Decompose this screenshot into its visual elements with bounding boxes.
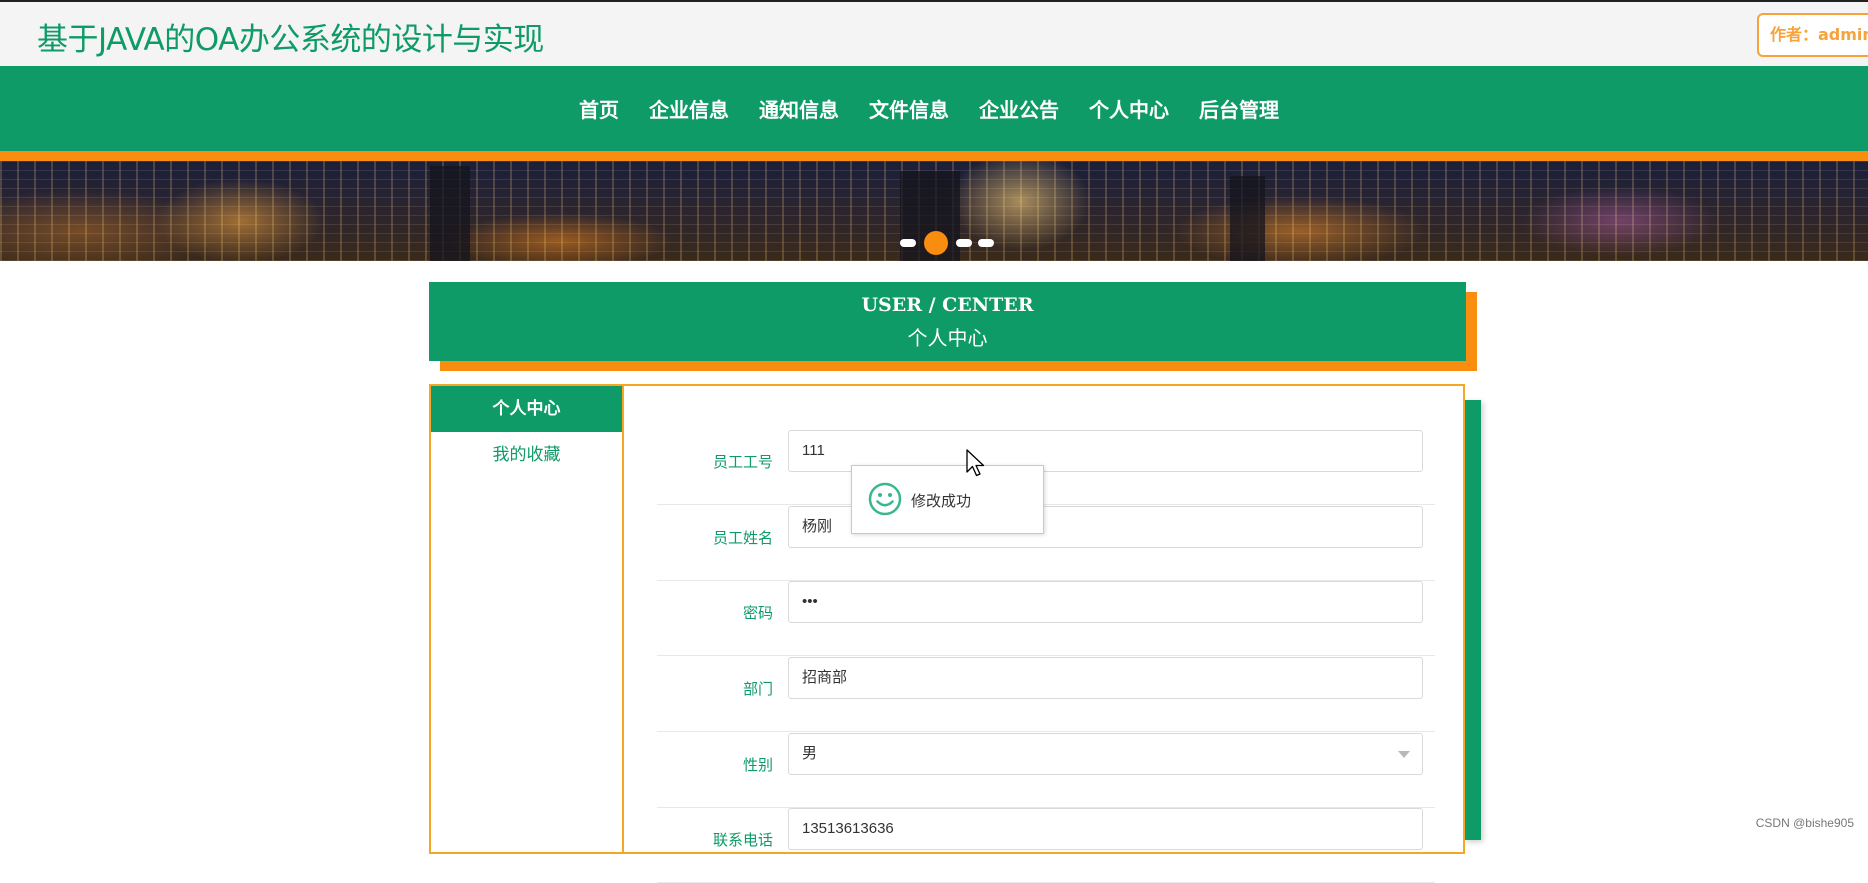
panel-shadow <box>1464 400 1481 840</box>
site-title: 基于JAVA的OA办公系统的设计与实现 <box>37 22 544 58</box>
form-row-password: 密码 ••• <box>657 580 1435 656</box>
nav-item-files[interactable]: 文件信息 <box>869 94 949 123</box>
section-title-en: USER / CENTER <box>861 294 1034 316</box>
nav-item-announcements[interactable]: 企业公告 <box>979 94 1059 123</box>
top-header: 基于JAVA的OA办公系统的设计与实现 作者：admin <box>0 0 1868 66</box>
password-input[interactable]: ••• <box>788 581 1423 623</box>
phone-input[interactable]: 13513613636 <box>788 808 1423 850</box>
nav-item-admin[interactable]: 后台管理 <box>1199 94 1279 123</box>
smile-icon <box>868 482 902 516</box>
gender-select[interactable]: 男 <box>788 733 1423 775</box>
main-nav: 首页 企业信息 通知信息 文件信息 企业公告 个人中心 后台管理 <box>0 66 1868 161</box>
carousel-dot[interactable] <box>900 239 916 247</box>
gender-label: 性别 <box>742 756 773 774</box>
carousel-dot[interactable] <box>978 239 994 247</box>
employee-id-label: 员工工号 <box>712 453 773 471</box>
mouse-cursor-icon <box>966 449 985 477</box>
nav-item-user-center[interactable]: 个人中心 <box>1089 94 1169 123</box>
side-menu-item-user-center[interactable]: 个人中心 <box>431 386 622 432</box>
toast-message: 修改成功 <box>911 492 972 510</box>
employee-name-label: 员工姓名 <box>712 529 773 547</box>
form-row-employee-id: 员工工号 111 <box>657 429 1435 505</box>
user-center-panel: 个人中心 我的收藏 员工工号 111 员工姓名 杨刚 密码 ••• 部门 招商部… <box>429 384 1465 883</box>
side-menu-item-favorites[interactable]: 我的收藏 <box>431 432 622 478</box>
nav-item-company-info[interactable]: 企业信息 <box>649 94 729 123</box>
password-label: 密码 <box>742 604 773 622</box>
section-title-cn: 个人中心 <box>907 326 988 350</box>
department-input[interactable]: 招商部 <box>788 657 1423 699</box>
form-row-gender: 性别 男 <box>657 732 1435 808</box>
nav-item-home[interactable]: 首页 <box>579 94 619 123</box>
carousel-dot-active[interactable] <box>924 231 948 255</box>
form-row-employee-name: 员工姓名 杨刚 <box>657 505 1435 581</box>
carousel-indicators <box>0 231 1868 255</box>
gender-selected-value: 男 <box>802 745 818 762</box>
banner-carousel <box>0 161 1868 261</box>
carousel-dot[interactable] <box>956 239 972 247</box>
success-toast: 修改成功 <box>851 465 1044 534</box>
form-row-department: 部门 招商部 <box>657 656 1435 732</box>
author-badge[interactable]: 作者：admin <box>1757 13 1868 57</box>
form-row-phone: 联系电话 13513613636 <box>657 807 1435 883</box>
section-header: USER / CENTER 个人中心 <box>429 282 1466 361</box>
watermark: CSDN @bishe905 <box>1755 816 1854 830</box>
side-menu: 个人中心 我的收藏 <box>431 386 624 852</box>
nav-list: 首页 企业信息 通知信息 文件信息 企业公告 个人中心 后台管理 <box>0 66 1868 151</box>
department-label: 部门 <box>742 680 773 698</box>
nav-item-notices[interactable]: 通知信息 <box>759 94 839 123</box>
chevron-down-icon <box>1398 751 1410 758</box>
